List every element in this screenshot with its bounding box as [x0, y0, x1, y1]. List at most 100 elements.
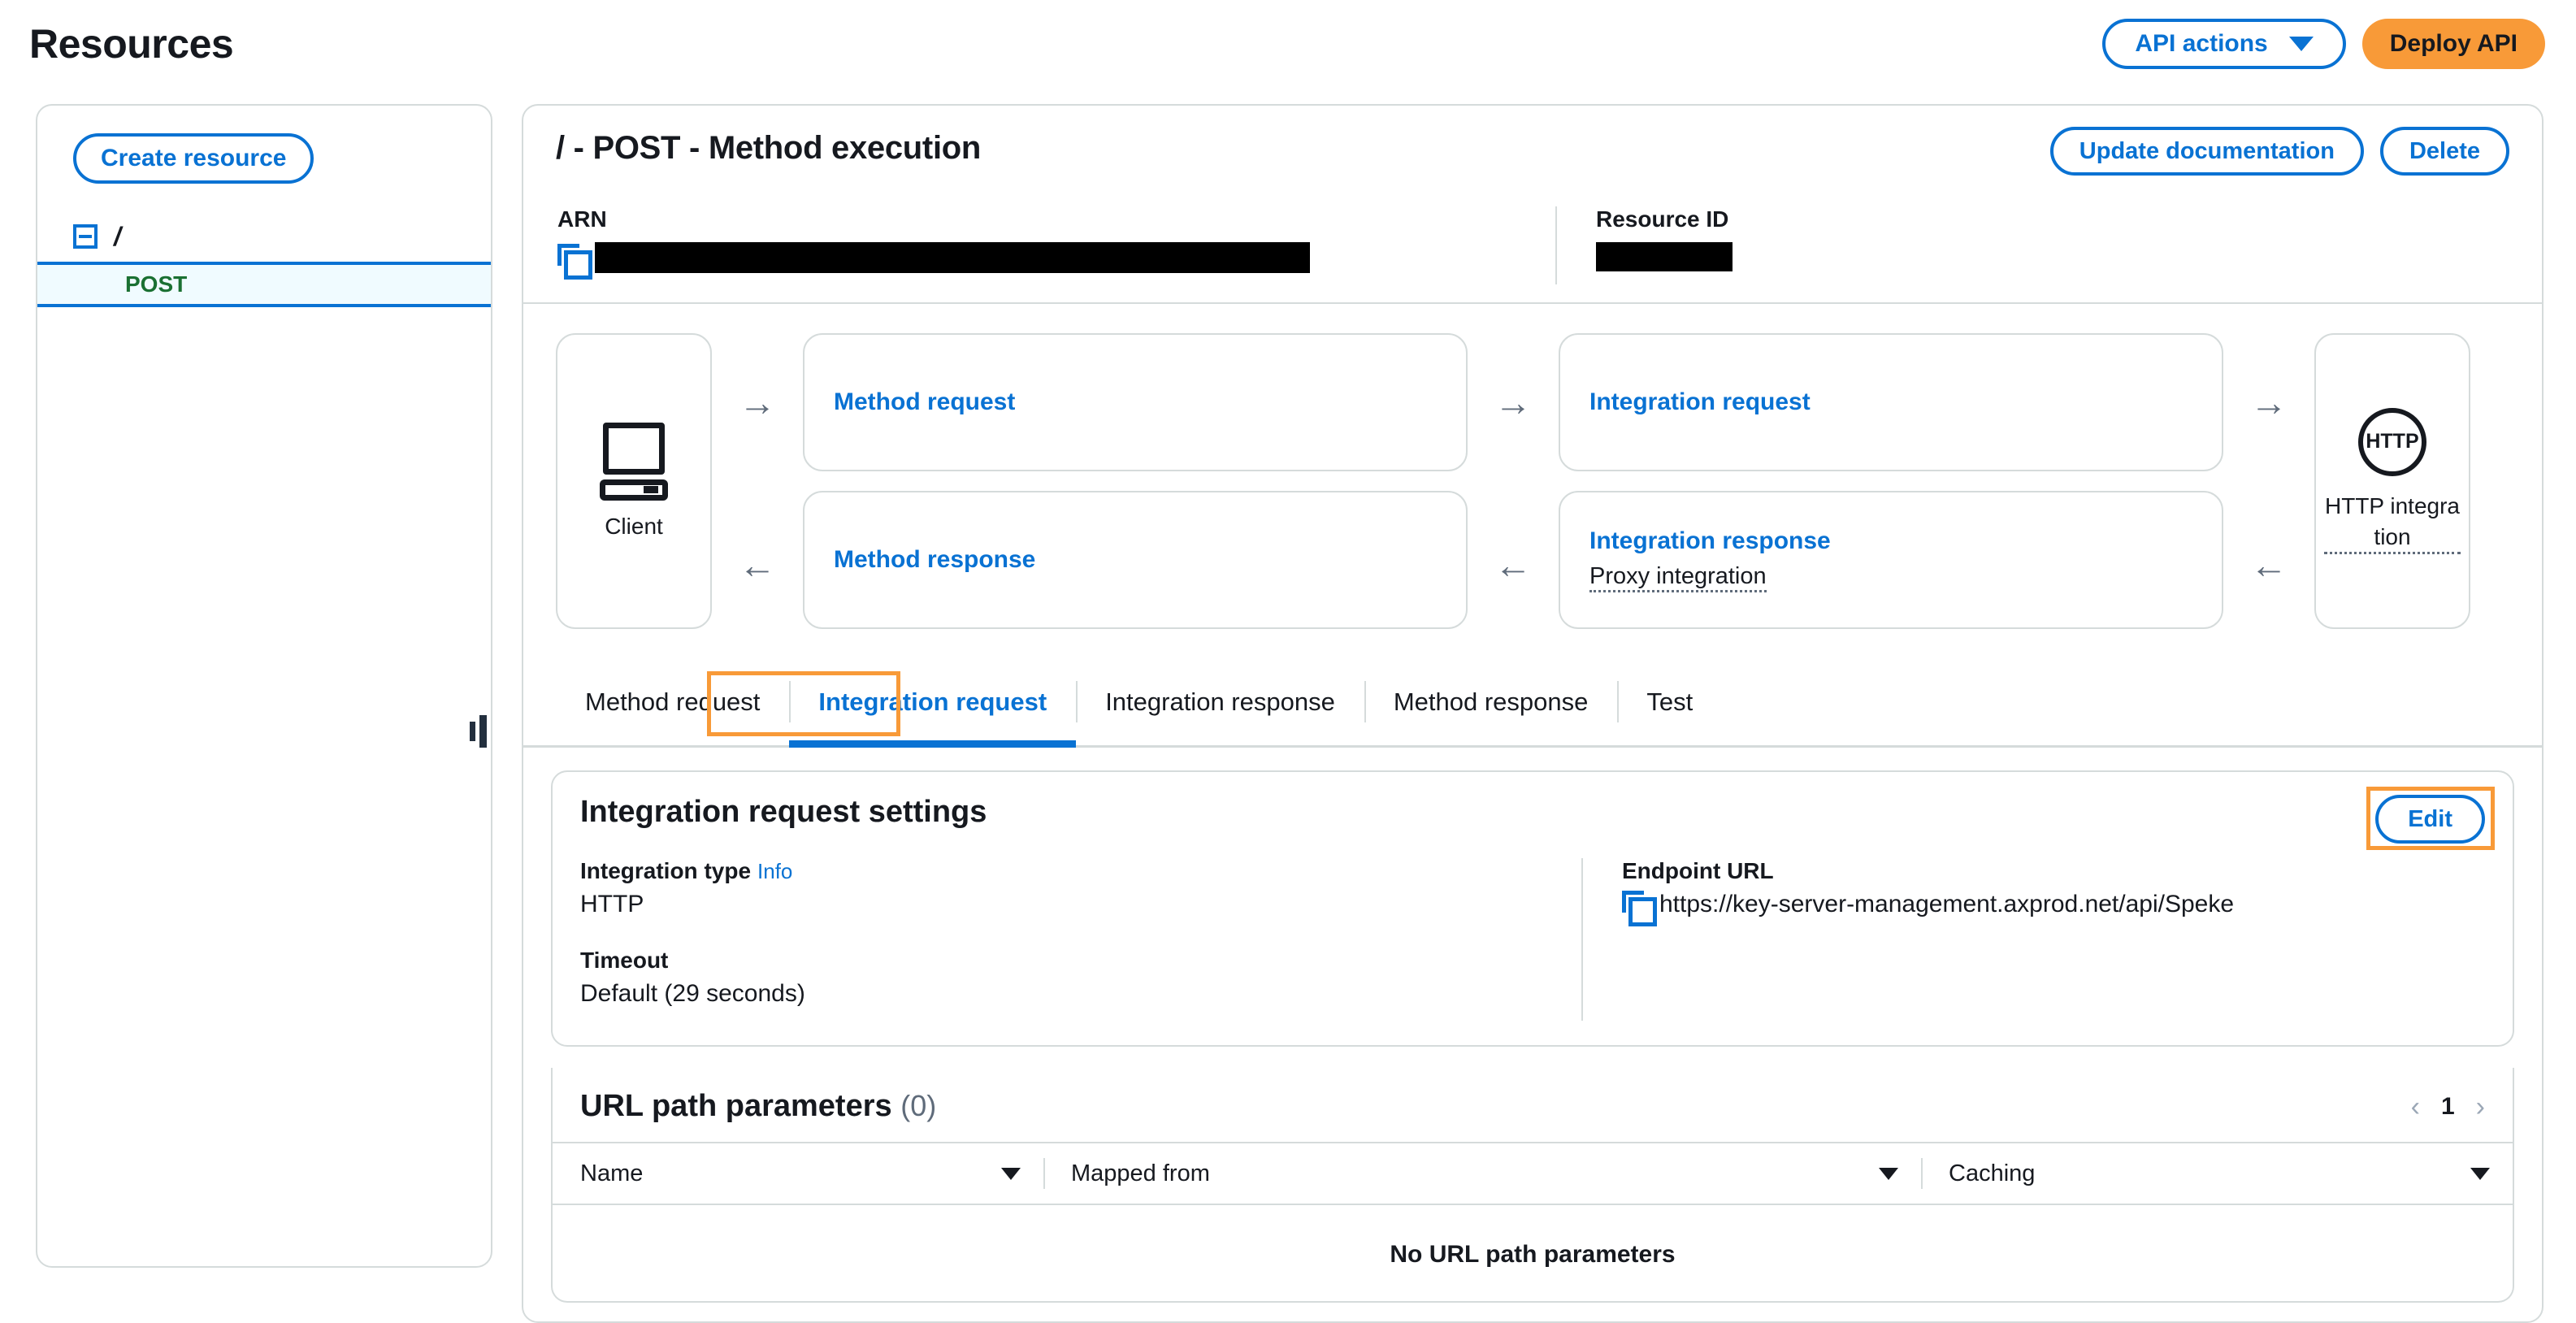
chevron-down-icon [2289, 37, 2314, 51]
page-header: Resources API actions Deploy API [0, 0, 2576, 88]
table-empty-message: No URL path parameters [553, 1205, 2513, 1301]
method-nodes: Method request Method response [803, 333, 1468, 629]
arn-field: ARN [556, 206, 1555, 284]
delete-button[interactable]: Delete [2380, 127, 2509, 176]
edit-button[interactable]: Edit [2375, 795, 2485, 844]
collapse-icon[interactable] [73, 224, 98, 249]
tab-integration-response[interactable]: Integration response [1076, 658, 1364, 745]
header-actions: API actions Deploy API [2102, 19, 2545, 69]
tree-node-root[interactable]: / [37, 211, 491, 262]
resource-tree: / POST [37, 211, 491, 307]
settings-title: Integration request settings [580, 795, 987, 830]
integration-type-label: Integration typeInfo [580, 858, 1581, 884]
tab-method-response[interactable]: Method response [1364, 658, 1618, 745]
timeout-label: Timeout [580, 948, 1581, 974]
integration-request-settings-card: Integration request settings Edit Integr… [551, 770, 2514, 1047]
panel-splitter-handle[interactable] [470, 715, 491, 748]
pagination-page-number: 1 [2441, 1093, 2455, 1121]
arrows-method-integration: → ← [1468, 333, 1559, 629]
method-tabs: Method request Integration request Integ… [523, 658, 2542, 748]
arrow-right-icon: → [1494, 384, 1532, 421]
method-execution-panel: / - POST - Method execution Update docum… [522, 104, 2543, 1323]
http-endpoint-node: HTTP HTTP integration [2314, 333, 2470, 629]
tree-node-post-label: POST [125, 271, 187, 297]
tree-node-post-method[interactable]: POST [37, 262, 491, 307]
integration-request-card[interactable]: Integration request [1559, 333, 2223, 471]
page-title: Resources [29, 20, 233, 67]
integration-response-link[interactable]: Integration response [1589, 527, 2222, 555]
pagination-next-icon[interactable]: › [2476, 1093, 2485, 1121]
column-header-label: Name [580, 1160, 643, 1187]
integration-type-field: Integration typeInfo HTTP [580, 858, 1581, 918]
api-actions-button[interactable]: API actions [2102, 19, 2345, 69]
create-resource-button[interactable]: Create resource [73, 133, 314, 184]
http-integration-hint[interactable]: HTTP integration [2324, 491, 2461, 555]
tab-method-request[interactable]: Method request [556, 658, 789, 745]
pagination: ‹ 1 › [2411, 1093, 2485, 1121]
arn-value-redacted [595, 242, 1310, 273]
arrow-left-icon: ← [2250, 546, 2288, 583]
copy-icon[interactable] [1622, 891, 1650, 918]
method-execution-flow-diagram: Client → ← Method request Method respons… [523, 304, 2542, 658]
sort-caret-icon [2470, 1168, 2490, 1180]
tree-node-root-label: / [114, 222, 121, 252]
integration-request-link[interactable]: Integration request [1589, 388, 2222, 416]
resource-id-field: Resource ID [1555, 206, 1733, 284]
sort-caret-icon [1001, 1168, 1021, 1180]
deploy-api-button[interactable]: Deploy API [2362, 19, 2545, 69]
method-execution-header: / - POST - Method execution Update docum… [523, 106, 2542, 302]
resource-id-value-redacted [1596, 242, 1733, 271]
arn-label: ARN [557, 206, 1555, 232]
tab-integration-request[interactable]: Integration request [789, 658, 1076, 745]
arrows-integration-endpoint: → ← [2223, 333, 2314, 629]
column-header-caching[interactable]: Caching [1921, 1143, 2513, 1204]
splitter-bar-left [470, 722, 475, 741]
column-header-label: Mapped from [1071, 1160, 1210, 1187]
method-response-card[interactable]: Method response [803, 491, 1468, 629]
url-path-parameters-count: (0) [900, 1089, 936, 1122]
column-header-mapped-from[interactable]: Mapped from [1043, 1143, 1921, 1204]
tab-test[interactable]: Test [1617, 658, 1722, 745]
url-path-parameters-card: URL path parameters (0) ‹ 1 › Name Mappe… [551, 1068, 2514, 1303]
arrows-client-method: → ← [712, 333, 803, 629]
pagination-prev-icon[interactable]: ‹ [2411, 1093, 2420, 1121]
proxy-integration-hint[interactable]: Proxy integration [1589, 563, 1767, 592]
integration-type-label-text: Integration type [580, 858, 751, 883]
resource-id-label: Resource ID [1596, 206, 1733, 232]
client-node: Client [556, 333, 712, 629]
endpoint-url-value: https://key-server-management.axprod.net… [1659, 891, 2234, 918]
arrow-right-icon: → [2250, 384, 2288, 421]
settings-left-column: Integration typeInfo HTTP Timeout Defaul… [580, 858, 1581, 1021]
column-header-label: Caching [1949, 1160, 2035, 1187]
integration-response-card[interactable]: Integration response Proxy integration [1559, 491, 2223, 629]
splitter-bar-right [479, 715, 487, 748]
method-execution-title: / - POST - Method execution [556, 130, 981, 167]
column-header-name[interactable]: Name [553, 1143, 1043, 1204]
endpoint-url-field: Endpoint URL https://key-server-manageme… [1622, 858, 2485, 918]
method-header-actions: Update documentation Delete [2050, 127, 2509, 176]
endpoint-url-label: Endpoint URL [1622, 858, 2485, 884]
url-path-parameters-table: Name Mapped from Caching No URL path par… [553, 1142, 2513, 1301]
tab-label: Integration request [818, 688, 1047, 717]
method-request-card[interactable]: Method request [803, 333, 1468, 471]
timeout-field: Timeout Default (29 seconds) [580, 948, 1581, 1008]
tab-label: Method response [1394, 688, 1589, 717]
integration-type-value: HTTP [580, 891, 1581, 918]
tab-label: Integration response [1105, 688, 1335, 717]
method-metadata-row: ARN Resource ID [556, 206, 2509, 284]
method-response-link[interactable]: Method response [834, 546, 1466, 574]
method-request-link[interactable]: Method request [834, 388, 1466, 416]
http-badge-icon: HTTP [2358, 408, 2426, 476]
sort-caret-icon [1879, 1168, 1898, 1180]
arrow-left-icon: ← [1494, 546, 1532, 583]
client-monitor-icon [600, 423, 668, 501]
url-path-parameters-title-text: URL path parameters [580, 1089, 892, 1123]
update-documentation-button[interactable]: Update documentation [2050, 127, 2364, 176]
table-header-row: Name Mapped from Caching [553, 1142, 2513, 1205]
tab-label: Method request [585, 688, 760, 717]
copy-icon[interactable] [557, 244, 585, 271]
settings-right-column: Endpoint URL https://key-server-manageme… [1581, 858, 2485, 1021]
timeout-value: Default (29 seconds) [580, 980, 1581, 1008]
url-path-parameters-title: URL path parameters (0) [580, 1089, 936, 1124]
info-link[interactable]: Info [757, 859, 792, 883]
